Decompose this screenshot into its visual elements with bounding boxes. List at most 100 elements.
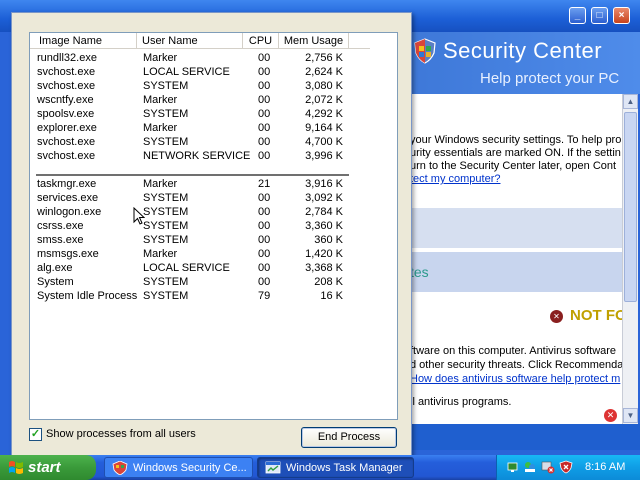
column-header-image-name[interactable]: Image Name (30, 33, 137, 49)
windows-flag-icon (9, 461, 23, 474)
process-mem-usage: 1,420 K (305, 248, 343, 260)
process-mem-usage: 3,996 K (305, 150, 343, 162)
security-center-scrollbar[interactable]: ▲ ▼ (622, 94, 638, 424)
scrollbar-thumb[interactable] (624, 112, 637, 302)
process-image-name: winlogon.exe (37, 206, 102, 218)
process-user-name: LOCAL SERVICE (143, 66, 230, 78)
clock[interactable]: 8:16 AM (585, 455, 625, 480)
process-image-name: alg.exe (37, 262, 73, 274)
shield-icon (112, 461, 128, 475)
maximize-button[interactable]: □ (591, 7, 608, 24)
scroll-up-icon[interactable]: ▲ (623, 94, 638, 109)
process-mem-usage: 360 K (314, 234, 343, 246)
network-icon[interactable] (507, 460, 521, 474)
check-icon[interactable]: ✓ (29, 428, 42, 441)
security-center-title: Security Center (443, 38, 603, 63)
updates-section[interactable] (410, 252, 622, 292)
process-mem-usage: 16 K (320, 290, 343, 302)
mouse-pointer-icon (133, 207, 145, 225)
process-row[interactable]: spoolsv.exe SYSTEM 00 4,292 K (30, 107, 370, 121)
process-cpu: 00 (258, 52, 271, 64)
process-image-name: smss.exe (37, 234, 84, 246)
antivirus-text: ftware on this computer. Antivirus softw… (410, 344, 622, 386)
process-image-name: msmsgs.exe (37, 248, 99, 260)
process-cpu: 00 (258, 248, 271, 260)
shield-icon (414, 38, 436, 64)
process-row[interactable]: csrss.exe SYSTEM 00 3,360 K (30, 219, 370, 233)
process-mem-usage: 2,624 K (305, 66, 343, 78)
process-mem-usage: 2,784 K (305, 206, 343, 218)
process-row[interactable]: System Idle Process SYSTEM 79 16 K (30, 289, 370, 303)
column-header-mem-usage[interactable]: Mem Usage (279, 33, 349, 49)
process-mem-usage: 208 K (314, 276, 343, 288)
process-mem-usage: 3,916 K (305, 178, 343, 190)
process-image-name: explorer.exe (37, 122, 97, 134)
security-shield-icon[interactable] (559, 460, 573, 474)
process-mem-usage: 3,092 K (305, 192, 343, 204)
intro-line: urity essentials are marked ON. If the s… (410, 147, 621, 159)
process-cpu: 00 (258, 234, 271, 246)
scroll-down-icon[interactable]: ▼ (623, 408, 638, 423)
process-list-scroll-area (370, 33, 397, 419)
process-row[interactable]: wscntfy.exe Marker 00 2,072 K (30, 93, 370, 107)
process-user-name: Marker (143, 248, 178, 260)
process-row[interactable]: System SYSTEM 00 208 K (30, 275, 370, 289)
process-image-name: spoolsv.exe (37, 108, 95, 120)
security-center-footer (410, 424, 640, 450)
process-row[interactable]: winlogon.exe SYSTEM 00 2,784 K (30, 205, 370, 219)
end-process-button[interactable]: End Process (301, 427, 397, 448)
process-row[interactable]: svchost.exe LOCAL SERVICE 00 2,624 K (30, 65, 370, 79)
process-mem-usage: 3,368 K (305, 262, 343, 274)
minimize-button[interactable]: _ (569, 7, 586, 24)
process-row[interactable]: svchost.exe SYSTEM 00 3,080 K (30, 79, 370, 93)
taskbar-button-security-center[interactable]: Windows Security Ce... (104, 457, 253, 478)
process-user-name: Marker (143, 122, 178, 134)
process-user-name: Marker (143, 94, 178, 106)
red-x-icon: ✕ (550, 310, 563, 323)
process-row[interactable]: svchost.exe SYSTEM 00 4,700 K (30, 135, 370, 149)
show-all-processes-label[interactable]: Show processes from all users (46, 427, 196, 442)
process-mem-usage: 3,360 K (305, 220, 343, 232)
process-row[interactable]: explorer.exe Marker 00 9,164 K (30, 121, 370, 135)
process-image-name: svchost.exe (37, 80, 96, 92)
close-button[interactable]: × (613, 7, 630, 24)
process-user-name: SYSTEM (143, 80, 189, 92)
process-cpu: 00 (258, 80, 271, 92)
protect-computer-link[interactable]: tect my computer? (410, 173, 622, 186)
process-image-name: System (37, 276, 74, 288)
process-user-name: SYSTEM (143, 136, 189, 148)
process-cpu: 00 (258, 192, 271, 204)
process-row[interactable]: alg.exe LOCAL SERVICE 00 3,368 K (30, 261, 370, 275)
process-cpu: 00 (258, 66, 271, 78)
process-row[interactable]: msmsgs.exe Marker 00 1,420 K (30, 247, 370, 261)
antivirus-line: ll antivirus programs. (410, 396, 512, 408)
process-user-name: SYSTEM (143, 276, 189, 288)
process-list[interactable]: Image Name User Name CPU Mem Usage rundl… (29, 32, 398, 420)
process-cpu: 00 (258, 220, 271, 232)
list-divider (36, 174, 349, 176)
process-cpu: 00 (258, 150, 271, 162)
start-button[interactable]: start (0, 455, 96, 480)
task-manager-icon (265, 461, 281, 474)
process-row[interactable]: taskmgr.exe Marker 21 3,916 K (30, 177, 370, 191)
process-row[interactable]: services.exe SYSTEM 00 3,092 K (30, 191, 370, 205)
security-alert-icon[interactable] (541, 460, 555, 474)
column-header-user-name[interactable]: User Name (137, 33, 243, 49)
process-cpu: 00 (258, 276, 271, 288)
antivirus-help-link[interactable]: How does antivirus software help protect… (410, 372, 622, 386)
start-label: start (28, 459, 61, 476)
process-list-header: Image Name User Name CPU Mem Usage (30, 33, 370, 49)
taskbar-button-task-manager[interactable]: Windows Task Manager (257, 457, 414, 478)
process-user-name: SYSTEM (143, 290, 189, 302)
system-tray: 8:16 AM (496, 455, 640, 480)
process-row[interactable]: svchost.exe NETWORK SERVICE 00 3,996 K (30, 149, 370, 163)
process-row[interactable]: rundll32.exe Marker 00 2,756 K (30, 51, 370, 65)
firewall-section[interactable] (410, 208, 622, 248)
process-row[interactable]: smss.exe SYSTEM 00 360 K (30, 233, 370, 247)
security-center-content: your Windows security settings. To help … (410, 94, 622, 424)
process-image-name: services.exe (37, 192, 99, 204)
process-mem-usage: 4,700 K (305, 136, 343, 148)
messenger-icon[interactable] (523, 460, 537, 474)
process-cpu: 21 (258, 178, 271, 190)
column-header-cpu[interactable]: CPU (243, 33, 279, 49)
